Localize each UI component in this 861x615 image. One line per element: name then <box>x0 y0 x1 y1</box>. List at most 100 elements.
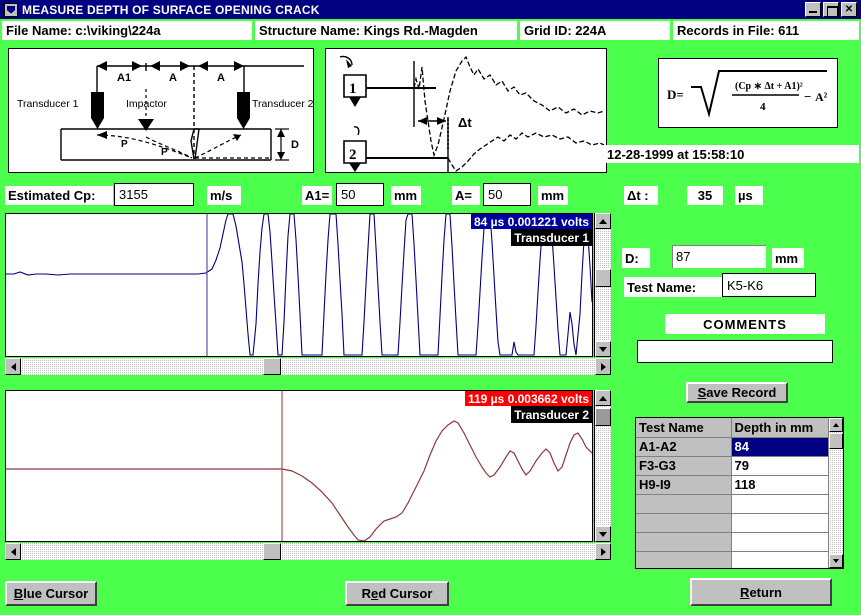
info-bar: File Name: c:\viking\224a Structure Name… <box>0 21 861 40</box>
dim-a-left-label: A <box>169 72 177 84</box>
structure-name-label: Structure Name: Kings Rd.-Magden <box>255 21 517 40</box>
transducer-1-trace <box>6 214 592 356</box>
timestamp-label: 12-28-1999 at 15:58:10 <box>603 145 859 163</box>
timing-diagram-svg: 1 2 Δt <box>339 55 605 172</box>
dim-a1-label: A1 <box>117 72 131 84</box>
comments-input[interactable] <box>637 340 833 363</box>
formula-lhs: D= <box>667 87 684 102</box>
restore-button[interactable] <box>823 2 839 17</box>
transducer-2-trace <box>6 420 592 541</box>
table-row[interactable] <box>636 551 843 568</box>
transducer-1-chart[interactable]: 84 µs 0.001221 volts Transducer 1 <box>5 213 593 357</box>
scroll-up-icon[interactable] <box>595 213 611 229</box>
estimated-cp-input[interactable]: 3155 <box>114 183 194 206</box>
test-name-input[interactable]: K5-K6 <box>722 273 816 297</box>
title-bar: MEASURE DEPTH OF SURFACE OPENING CRACK ✕ <box>0 0 861 19</box>
column-header-test-name[interactable]: Test Name <box>636 418 732 438</box>
scroll-right-icon[interactable] <box>595 358 611 375</box>
table-row[interactable]: A1-A2 84 <box>636 437 843 457</box>
return-button[interactable]: Return <box>690 578 832 606</box>
scroll-right-icon-2[interactable] <box>595 543 611 560</box>
dim-a-right-label: A <box>217 72 225 84</box>
comments-title: COMMENTS <box>665 314 825 334</box>
records-table-vscrollbar[interactable] <box>828 418 843 568</box>
delta-t-units-label: µs <box>735 186 763 205</box>
hscroll-track-2[interactable] <box>5 543 611 560</box>
table-row[interactable] <box>636 513 843 533</box>
grid-scroll-thumb[interactable] <box>829 433 843 449</box>
transducer-2-label: Transducer 2 <box>252 98 313 110</box>
a1-input[interactable]: 50 <box>336 183 384 206</box>
table-row[interactable] <box>636 494 843 514</box>
formula-numerator: (Cp ∗ Δt + A1)² <box>735 81 803 92</box>
test-name-label: Test Name: <box>624 277 722 297</box>
table-row[interactable]: H9-I9 118 <box>636 475 843 495</box>
cell-test-name[interactable] <box>636 551 732 568</box>
a-label: A= <box>452 186 480 205</box>
vscroll-thumb-2[interactable] <box>595 408 611 426</box>
hscroll-track[interactable] <box>5 358 611 375</box>
records-table-body: Test Name Depth in mm A1-A2 84 F3-G3 79 H9-I… <box>636 418 843 568</box>
table-row[interactable]: F3-G3 79 <box>636 456 843 476</box>
scroll-down-icon[interactable] <box>595 341 611 357</box>
hscroll-thumb-2[interactable] <box>263 543 281 560</box>
p-path-label-2: P <box>161 147 168 158</box>
transducer-2-readout: 119 µs 0.003662 volts <box>464 391 592 406</box>
cell-test-name[interactable] <box>636 513 732 533</box>
waveform-timing-diagram: 1 2 Δt <box>325 48 607 173</box>
formula-a-squared: A² <box>815 90 828 104</box>
cell-test-name[interactable]: A1-A2 <box>636 437 732 457</box>
impactor-label: Impactor <box>126 98 167 110</box>
a-units-label: mm <box>538 186 568 205</box>
table-header-row: Test Name Depth in mm <box>636 418 843 438</box>
formula-minus: − <box>804 89 811 104</box>
hscroll-thumb[interactable] <box>263 358 281 375</box>
transducer-1-legend: Transducer 1 <box>511 229 592 246</box>
channel-1-trace <box>413 55 605 158</box>
app-icon <box>4 2 18 17</box>
transducer-2-vscrollbar[interactable] <box>594 390 611 542</box>
transducer-setup-diagram: A1 A A Transducer 1 Impactor Transducer … <box>8 48 314 173</box>
window-title: MEASURE DEPTH OF SURFACE OPENING CRACK <box>22 2 320 17</box>
cell-test-name[interactable]: F3-G3 <box>636 456 732 476</box>
channel-2-label: 2 <box>349 147 357 163</box>
records-rows: A1-A2 84 F3-G3 79 H9-I9 118 <box>636 437 843 568</box>
a1-units-label: mm <box>391 186 421 205</box>
p-path-label-1: P <box>121 139 128 150</box>
transducer-2-chart[interactable]: 119 µs 0.003662 volts Transducer 2 <box>5 390 593 542</box>
delta-t-result-value: 35 <box>687 186 723 205</box>
scroll-down-icon-2[interactable] <box>595 526 611 542</box>
cp-units-label: m/s <box>207 186 241 205</box>
close-icon[interactable]: ✕ <box>841 2 857 17</box>
transducer-2-hscrollbar[interactable] <box>5 543 611 560</box>
cell-test-name[interactable] <box>636 532 732 552</box>
transducer-1-hscrollbar[interactable] <box>5 358 611 375</box>
channel-1-label: 1 <box>349 81 357 97</box>
a1-label: A1= <box>302 186 332 205</box>
grid-scroll-up-icon[interactable] <box>829 418 843 432</box>
transducer-2-plot <box>6 391 592 541</box>
depth-units-label: mm <box>772 248 804 268</box>
cell-test-name[interactable]: H9-I9 <box>636 475 732 495</box>
scroll-left-icon[interactable] <box>5 358 21 375</box>
grid-scroll-down-icon[interactable] <box>829 554 843 568</box>
minimize-button[interactable] <box>805 2 821 17</box>
a-input[interactable]: 50 <box>483 183 531 206</box>
red-cursor-button[interactable]: Red Cursor <box>345 581 449 606</box>
records-table[interactable]: Test Name Depth in mm A1-A2 84 F3-G3 79 H9-I… <box>635 417 844 569</box>
vscroll-thumb[interactable] <box>595 269 611 287</box>
scroll-left-icon-2[interactable] <box>5 543 21 560</box>
channel-2-trace <box>447 132 605 172</box>
cell-test-name[interactable] <box>636 494 732 514</box>
window-controls: ✕ <box>805 2 859 17</box>
transducer-1-readout: 84 µs 0.001221 volts <box>471 214 592 229</box>
blue-cursor-button[interactable]: Blue Cursor <box>5 581 97 606</box>
records-in-file-label: Records in File: 611 <box>673 21 859 40</box>
delta-t-label: Δt <box>458 115 472 130</box>
table-row[interactable] <box>636 532 843 552</box>
save-record-button[interactable]: Save Record <box>686 382 788 403</box>
scroll-up-icon-2[interactable] <box>595 390 611 406</box>
formula-denominator: 4 <box>760 101 766 113</box>
grid-id-label: Grid ID: 224A <box>520 21 670 40</box>
transducer-1-vscrollbar[interactable] <box>594 213 611 357</box>
